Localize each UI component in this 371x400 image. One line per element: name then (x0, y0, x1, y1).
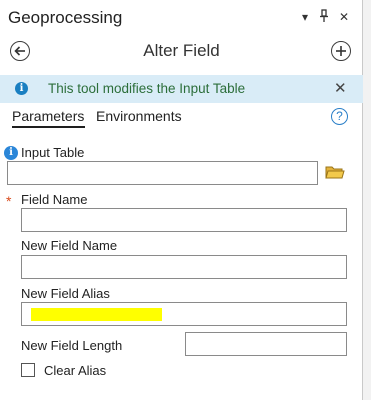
geoprocessing-pane: Geoprocessing ▾ ✕ Alter Field i This too… (0, 0, 363, 400)
new-field-alias-input[interactable] (21, 302, 347, 326)
help-icon[interactable]: ? (331, 108, 348, 125)
clear-alias-label: Clear Alias (44, 363, 107, 378)
tab-environments[interactable]: Environments (96, 108, 182, 124)
clear-alias-checkbox[interactable] (21, 363, 35, 377)
close-icon[interactable]: ✕ (337, 9, 351, 25)
new-field-name-input[interactable] (21, 255, 347, 279)
add-icon (336, 46, 346, 56)
highlight-mark (31, 308, 162, 321)
new-field-length-input[interactable] (185, 332, 347, 356)
input-table-label: Input Table (21, 145, 85, 160)
tab-parameters[interactable]: Parameters (12, 108, 84, 124)
new-field-name-label: New Field Name (21, 238, 118, 253)
tool-title: Alter Field (143, 41, 220, 60)
info-icon[interactable]: i (4, 146, 18, 160)
add-button[interactable] (331, 41, 351, 61)
info-banner: i This tool modifies the Input Table ✕ (0, 75, 363, 103)
info-icon: i (15, 82, 28, 95)
pane-titlebar: Geoprocessing ▾ ✕ (0, 0, 363, 36)
banner-message: This tool modifies the Input Table (48, 81, 246, 96)
pane-title: Geoprocessing (8, 8, 123, 27)
pin-icon[interactable] (317, 9, 331, 25)
input-table-field[interactable] (7, 161, 318, 185)
field-name-label: Field Name (21, 192, 88, 207)
active-tab-indicator (12, 126, 85, 128)
close-icon[interactable]: ✕ (334, 79, 347, 97)
folder-icon[interactable] (325, 164, 345, 180)
chevron-down-icon[interactable]: ▾ (298, 9, 312, 25)
required-indicator: * (6, 193, 12, 209)
new-field-alias-label: New Field Alias (21, 286, 110, 301)
new-field-length-label: New Field Length (21, 338, 123, 353)
scrollbar-gutter[interactable] (363, 0, 371, 400)
field-name-input[interactable] (21, 208, 347, 232)
